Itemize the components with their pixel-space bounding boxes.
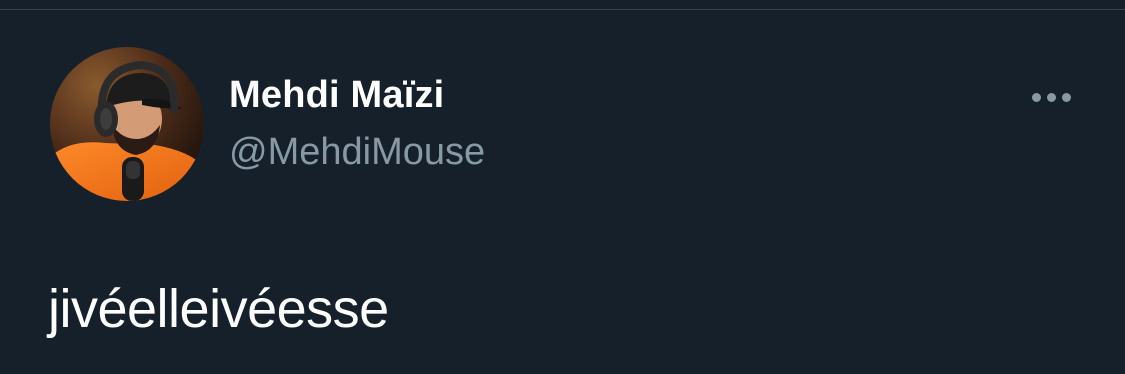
more-horizontal-icon	[1031, 92, 1041, 102]
more-horizontal-icon-dot	[1046, 92, 1056, 102]
display-name[interactable]: Mehdi Maïzi	[229, 74, 444, 117]
top-divider	[0, 9, 1125, 10]
avatar[interactable]	[50, 47, 204, 201]
user-handle[interactable]: @MehdiMouse	[229, 131, 485, 174]
more-options-button[interactable]	[1018, 82, 1084, 112]
tweet-text: jivéelleivéesse	[48, 279, 389, 339]
profile-photo-icon	[50, 47, 204, 201]
more-horizontal-icon-dot	[1061, 92, 1071, 102]
